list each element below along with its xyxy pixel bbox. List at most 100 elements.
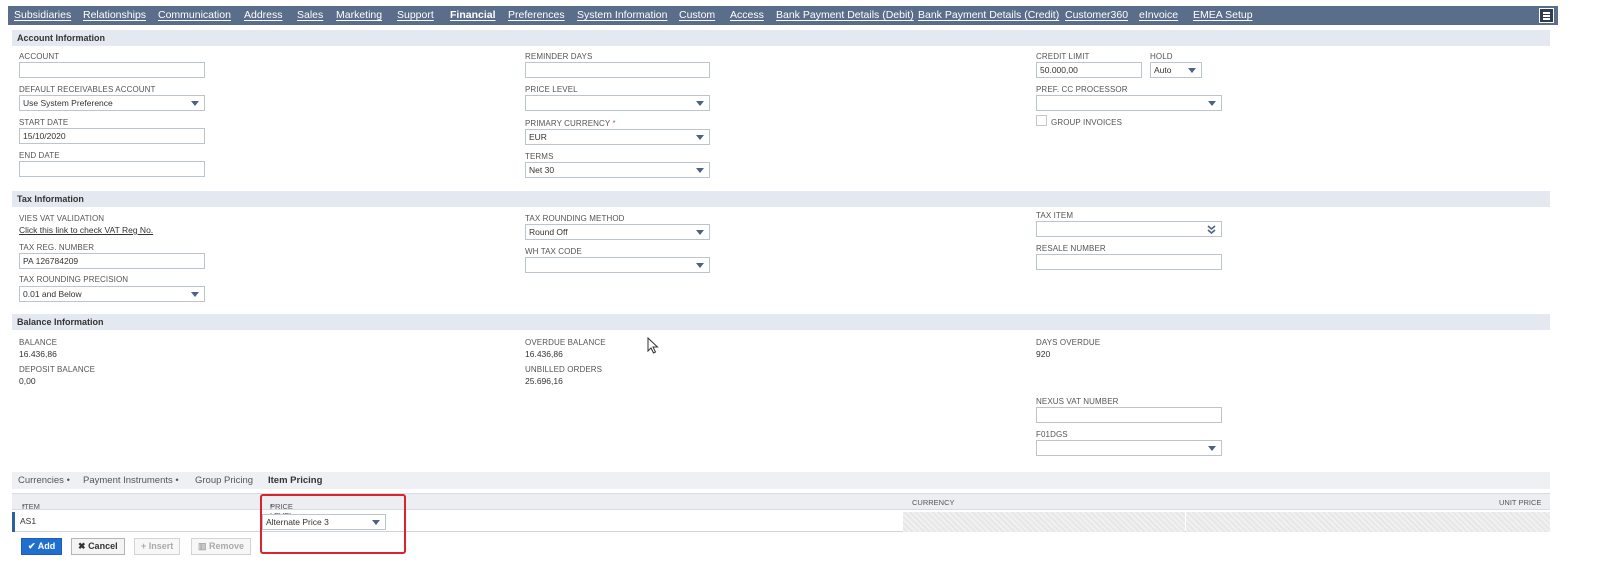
price-level-select[interactable] bbox=[525, 95, 710, 111]
tab-bank-payment-credit[interactable]: Bank Payment Details (Credit) bbox=[918, 6, 1059, 25]
tab-preferences[interactable]: Preferences bbox=[508, 6, 565, 25]
tax-rounding-precision-select[interactable]: 0.01 and Below bbox=[19, 286, 205, 302]
subtab-currencies[interactable]: Currencies • bbox=[18, 475, 70, 486]
chevron-down-icon bbox=[191, 101, 199, 106]
reminder-days-input[interactable] bbox=[525, 62, 710, 78]
row-edit-marker bbox=[12, 512, 15, 532]
tab-system-information[interactable]: System Information bbox=[577, 6, 667, 25]
pref-cc-processor-select[interactable] bbox=[1036, 95, 1222, 111]
f01dgs-select[interactable] bbox=[1036, 440, 1222, 456]
tab-customer360[interactable]: Customer360 bbox=[1065, 6, 1128, 25]
deposit-balance-value: 0,00 bbox=[19, 376, 36, 386]
group-invoices-label: GROUP INVOICES bbox=[1051, 118, 1123, 127]
tab-relationships[interactable]: Relationships bbox=[83, 6, 146, 25]
section-tax-information: Tax Information bbox=[12, 191, 1550, 207]
tax-rounding-method-select[interactable]: Round Off bbox=[525, 224, 710, 240]
remove-button[interactable]: ▥ Remove bbox=[191, 538, 252, 555]
primary-currency-value: EUR bbox=[529, 132, 547, 142]
resale-number-input[interactable] bbox=[1036, 254, 1222, 270]
tax-rounding-method-value: Round Off bbox=[529, 227, 568, 237]
close-icon: ✖ bbox=[78, 541, 86, 551]
end-date-input[interactable] bbox=[19, 161, 205, 177]
record-tab-bar: Subsidiaries Relationships Communication… bbox=[8, 6, 1558, 25]
terms-value: Net 30 bbox=[529, 165, 555, 175]
add-button[interactable]: ✔ Add bbox=[21, 538, 63, 555]
terms-label: TERMS bbox=[525, 152, 554, 161]
overdue-balance-value: 16.436,86 bbox=[525, 349, 563, 359]
credit-limit-label: CREDIT LIMIT bbox=[1036, 52, 1090, 61]
price-level-label: PRICE LEVEL bbox=[525, 85, 578, 94]
account-input[interactable] bbox=[19, 62, 205, 78]
row-unit-price-cell[interactable] bbox=[1186, 512, 1550, 532]
trash-icon: ▥ bbox=[198, 541, 207, 551]
group-invoices-checkbox[interactable] bbox=[1036, 115, 1047, 126]
hamburger-menu-icon[interactable] bbox=[1539, 8, 1554, 23]
overdue-balance-label: OVERDUE BALANCE bbox=[525, 338, 606, 347]
subtab-group-pricing[interactable]: Group Pricing bbox=[195, 475, 253, 486]
price-level-highlight-box bbox=[260, 494, 406, 554]
start-date-label: START DATE bbox=[19, 118, 69, 127]
tab-emea-setup[interactable]: EMEA Setup bbox=[1193, 6, 1253, 25]
row-currency-cell[interactable] bbox=[903, 512, 1185, 532]
nexus-vat-number-input[interactable] bbox=[1036, 407, 1222, 423]
pref-cc-processor-label: PREF. CC PROCESSOR bbox=[1036, 85, 1128, 94]
tab-custom[interactable]: Custom bbox=[679, 6, 715, 25]
tab-bank-payment-debit[interactable]: Bank Payment Details (Debit) bbox=[776, 6, 914, 25]
tab-access[interactable]: Access bbox=[730, 6, 764, 25]
default-receivables-select[interactable]: Use System Preference bbox=[19, 95, 205, 111]
chevron-down-icon bbox=[1188, 68, 1196, 73]
vies-vat-validation-label: VIES VAT VALIDATION bbox=[19, 214, 105, 223]
resale-number-label: RESALE NUMBER bbox=[1036, 244, 1106, 253]
table-row: AS1 Alternate Price 3 bbox=[12, 512, 1550, 532]
tax-reg-number-input[interactable]: PA 126784209 bbox=[19, 253, 205, 269]
tab-marketing[interactable]: Marketing bbox=[336, 6, 382, 25]
days-overdue-value: 920 bbox=[1036, 349, 1051, 359]
tab-subsidiaries[interactable]: Subsidiaries bbox=[14, 6, 71, 25]
unbilled-orders-label: UNBILLED ORDERS bbox=[525, 365, 603, 374]
subtab-payment-instruments[interactable]: Payment Instruments • bbox=[83, 475, 179, 486]
hold-label: HOLD bbox=[1150, 52, 1173, 61]
account-label: ACCOUNT bbox=[19, 52, 60, 61]
primary-currency-label: PRIMARY CURRENCY * bbox=[525, 119, 616, 128]
end-date-label: END DATE bbox=[19, 151, 60, 160]
column-unit-price: UNIT PRICE bbox=[1499, 498, 1542, 507]
chevron-down-icon bbox=[1208, 101, 1216, 106]
column-currency: CURRENCY bbox=[912, 498, 955, 507]
nexus-vat-number-label: NEXUS VAT NUMBER bbox=[1036, 397, 1119, 406]
tax-rounding-method-label: TAX ROUNDING METHOD bbox=[525, 214, 625, 223]
f01dgs-label: F01DGS bbox=[1036, 430, 1068, 439]
sublist-tab-bar: Currencies • Payment Instruments • Group… bbox=[12, 472, 1550, 489]
balance-label: BALANCE bbox=[19, 338, 58, 347]
tab-financial[interactable]: Financial bbox=[450, 6, 496, 25]
unbilled-orders-value: 25.696,16 bbox=[525, 376, 563, 386]
add-button-label: Add bbox=[37, 541, 56, 551]
wh-tax-code-select[interactable] bbox=[525, 257, 710, 273]
tax-item-select[interactable] bbox=[1036, 221, 1222, 237]
chevron-down-icon bbox=[696, 135, 704, 140]
primary-currency-select[interactable]: EUR bbox=[525, 129, 710, 145]
subtab-item-pricing[interactable]: Item Pricing bbox=[268, 475, 322, 486]
terms-select[interactable]: Net 30 bbox=[525, 162, 710, 178]
check-icon: ✔ bbox=[28, 541, 36, 551]
hold-select[interactable]: Auto bbox=[1150, 62, 1202, 78]
default-receivables-label: DEFAULT RECEIVABLES ACCOUNT bbox=[19, 85, 156, 94]
credit-limit-input[interactable]: 50.000,00 bbox=[1036, 62, 1142, 78]
tab-einvoice[interactable]: eInvoice bbox=[1139, 6, 1178, 25]
row-item-cell[interactable]: AS1 bbox=[20, 512, 256, 532]
item-pricing-column-header: ITEM * PRICE LEVEL * CURRENCY UNIT PRICE bbox=[12, 493, 1550, 520]
chevron-down-icon bbox=[191, 292, 199, 297]
financial-tab-content: Account Information ACCOUNT DEFAULT RECE… bbox=[12, 25, 1550, 565]
tax-item-label: TAX ITEM bbox=[1036, 211, 1074, 220]
vies-vat-check-link[interactable]: Click this link to check VAT Reg No. bbox=[19, 225, 153, 235]
start-date-input[interactable]: 15/10/2020 bbox=[19, 128, 205, 144]
cancel-button[interactable]: ✖ Cancel bbox=[71, 538, 125, 555]
tab-communication[interactable]: Communication bbox=[158, 6, 231, 25]
tab-sales[interactable]: Sales bbox=[297, 6, 323, 25]
tab-support[interactable]: Support bbox=[397, 6, 434, 25]
chevron-down-icon bbox=[1208, 446, 1216, 451]
tab-address[interactable]: Address bbox=[244, 6, 283, 25]
required-asterisk: * bbox=[22, 502, 25, 511]
insert-button[interactable]: + Insert bbox=[134, 538, 181, 555]
cancel-button-label: Cancel bbox=[88, 541, 118, 551]
double-chevron-down-icon bbox=[1207, 225, 1216, 234]
